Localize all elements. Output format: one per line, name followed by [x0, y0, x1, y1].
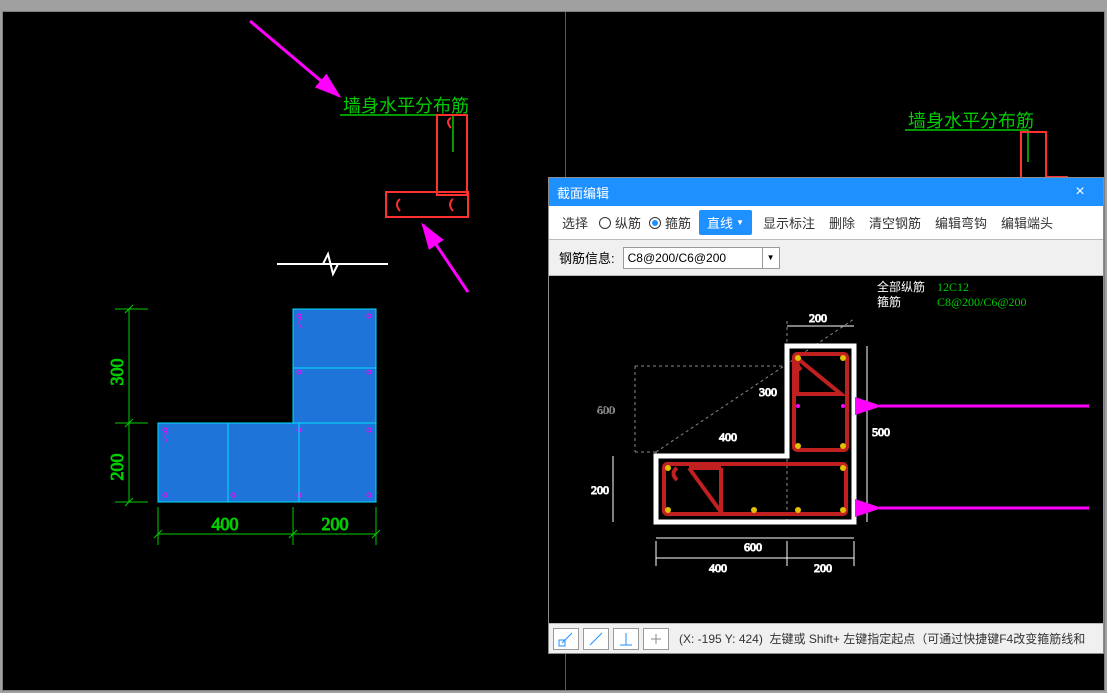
legend-stir-val: C8@200/C6@200	[937, 295, 1026, 309]
svg-text:200: 200	[107, 454, 127, 481]
rebar-info-input[interactable]	[623, 247, 763, 269]
legend-long-label: 全部纵筋	[877, 279, 925, 294]
snap-endpoint-icon[interactable]	[553, 628, 579, 650]
svg-text:200: 200	[809, 311, 827, 325]
svg-text:500: 500	[872, 425, 890, 439]
svg-text:600: 600	[744, 540, 762, 554]
snap-more-icon[interactable]	[643, 628, 669, 650]
rebar-info-bar: 钢筋信息: ▼	[549, 240, 1103, 276]
line-dropdown[interactable]: 直线▼	[699, 210, 752, 235]
dialog-titlebar[interactable]: 截面编辑 ×	[549, 178, 1103, 206]
close-button[interactable]: ×	[1065, 178, 1095, 206]
status-coords: (X: -195 Y: 424)	[679, 632, 763, 646]
wall-rebar-label: 墙身水平分布筋	[343, 96, 469, 116]
stirrup-radio[interactable]: 箍筋	[649, 213, 691, 232]
svg-text:300: 300	[107, 359, 127, 386]
rebar-info-label: 钢筋信息:	[559, 248, 615, 267]
snap-perp-icon[interactable]	[613, 628, 639, 650]
status-hint: 左键或 Shift+ 左键指定起点（可通过快捷键F4改变箍筋线和	[770, 632, 1086, 646]
snap-line-icon[interactable]	[583, 628, 609, 650]
legend-stir-label: 箍筋	[877, 294, 901, 309]
svg-text:400: 400	[212, 514, 239, 534]
edit-end-button[interactable]: 编辑端头	[998, 211, 1056, 234]
clear-rebar-button[interactable]: 清空钢筋	[866, 211, 924, 234]
left-drawing: 墙身水平分布筋 300 200 400	[3, 12, 563, 692]
svg-text:200: 200	[591, 483, 609, 497]
caret-down-icon: ▼	[736, 218, 744, 227]
edit-hook-button[interactable]: 编辑弯钩	[932, 211, 990, 234]
svg-text:200: 200	[322, 514, 349, 534]
show-annot-button[interactable]: 显示标注	[760, 211, 818, 234]
select-button[interactable]: 选择	[559, 211, 591, 234]
svg-text:400: 400	[709, 561, 727, 575]
section-edit-dialog: 截面编辑 × 选择 纵筋 箍筋 直线▼ 显示标注 删除 清空钢筋 编辑弯钩 编辑…	[548, 177, 1104, 654]
legend-long-val: 12C12	[937, 280, 969, 294]
dialog-statusbar: (X: -195 Y: 424) 左键或 Shift+ 左键指定起点（可通过快捷…	[549, 623, 1103, 653]
wall-rebar-label-right: 墙身水平分布筋	[908, 111, 1034, 131]
delete-button[interactable]: 删除	[826, 211, 858, 234]
svg-text:600: 600	[597, 403, 615, 417]
wall-detail-top	[386, 115, 468, 217]
svg-text:300: 300	[759, 385, 777, 399]
right-drawing: 墙身水平分布筋	[568, 12, 1107, 192]
section-edit-canvas[interactable]: 全部纵筋 12C12 箍筋 C8@200/C6@200	[549, 276, 1103, 623]
rebar-info-dropdown[interactable]: ▼	[762, 247, 780, 269]
svg-text:200: 200	[814, 561, 832, 575]
svg-text:400: 400	[719, 430, 737, 444]
longitudinal-radio[interactable]: 纵筋	[599, 213, 641, 232]
dialog-toolbar: 选择 纵筋 箍筋 直线▼ 显示标注 删除 清空钢筋 编辑弯钩 编辑端头	[549, 206, 1103, 240]
dialog-title: 截面编辑	[557, 183, 609, 202]
